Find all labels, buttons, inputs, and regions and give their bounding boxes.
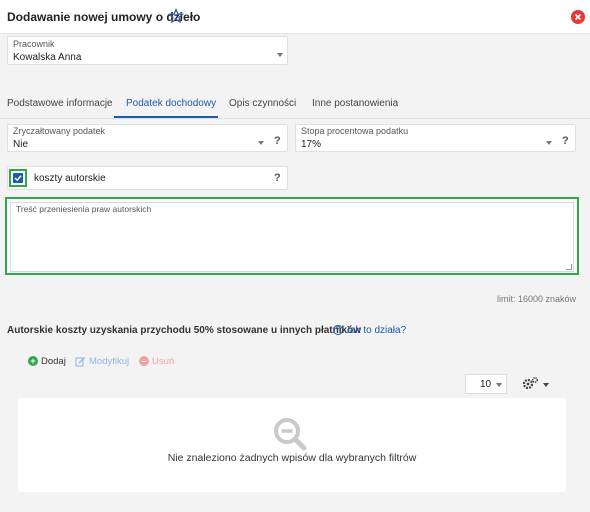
tax-rate-label: Stopa procentowa podatku: [301, 126, 409, 136]
star-icon[interactable]: [168, 8, 184, 24]
tax-rate-value: 17%: [301, 139, 322, 150]
how-it-works-link[interactable]: Jak to działa?: [345, 325, 406, 336]
help-question-icon[interactable]: ?: [562, 135, 569, 147]
chevron-down-icon: [496, 383, 502, 387]
chevron-down-icon[interactable]: [543, 383, 549, 387]
lump-tax-value: Nie: [13, 139, 29, 150]
gear-icon[interactable]: [521, 375, 539, 393]
minus-icon[interactable]: –: [139, 356, 149, 366]
chevron-down-icon[interactable]: [546, 141, 552, 145]
tab-income-tax[interactable]: Podatek dochodowy: [126, 98, 216, 109]
lump-tax-label: Zryczałtowany podatek: [13, 126, 106, 136]
tab-basic-info[interactable]: Podstawowe informacje: [7, 98, 113, 109]
plus-icon[interactable]: +: [28, 356, 38, 366]
add-button[interactable]: Dodaj: [41, 356, 66, 367]
rights-transfer-textarea[interactable]: Treść przeniesienia praw autorskich: [10, 202, 574, 272]
close-icon[interactable]: [571, 10, 585, 24]
rights-transfer-highlight: Treść przeniesienia praw autorskich: [5, 197, 579, 275]
lump-tax-select[interactable]: Zryczałtowany podatek Nie ?: [7, 124, 288, 152]
resize-handle-icon[interactable]: [566, 264, 572, 270]
help-question-icon[interactable]: ?: [274, 135, 281, 147]
chevron-down-icon[interactable]: [258, 141, 264, 145]
rights-transfer-label: Treść przeniesienia praw autorskich: [16, 204, 152, 214]
author-costs-label: koszty autorskie: [34, 173, 106, 184]
tab-other-provisions[interactable]: Inne postanowienia: [312, 98, 398, 109]
search-minus-icon: [274, 418, 307, 451]
tab-activity-description[interactable]: Opis czynności: [229, 98, 296, 109]
char-limit-text: limit: 16000 znaków: [497, 294, 577, 304]
edit-button[interactable]: Modyfikuj: [89, 356, 129, 367]
employee-select[interactable]: Pracownik Kowalska Anna: [7, 36, 288, 65]
chevron-down-icon[interactable]: [277, 53, 283, 57]
author-costs-checkbox[interactable]: [9, 169, 27, 187]
employee-label: Pracownik: [13, 39, 55, 49]
active-tab-indicator: [114, 116, 218, 118]
tabs-divider: [0, 118, 590, 119]
checkmark-icon: [13, 173, 23, 183]
empty-results-message: Nie znaleziono żadnych wpisów dla wybran…: [167, 452, 417, 464]
page-size-select[interactable]: 10: [465, 374, 507, 394]
page-size-value: 10: [480, 379, 492, 390]
help-question-icon[interactable]: ?: [274, 172, 281, 184]
edit-icon[interactable]: [75, 356, 86, 367]
section-title: Autorskie koszty uzyskania przychodu 50%…: [7, 325, 361, 336]
tax-rate-select[interactable]: Stopa procentowa podatku 17% ?: [295, 124, 576, 152]
delete-button[interactable]: Usuń: [152, 356, 174, 367]
help-circle-icon[interactable]: ?: [333, 325, 343, 335]
author-costs-field: koszty autorskie ?: [7, 166, 288, 190]
employee-value: Kowalska Anna: [13, 52, 82, 63]
